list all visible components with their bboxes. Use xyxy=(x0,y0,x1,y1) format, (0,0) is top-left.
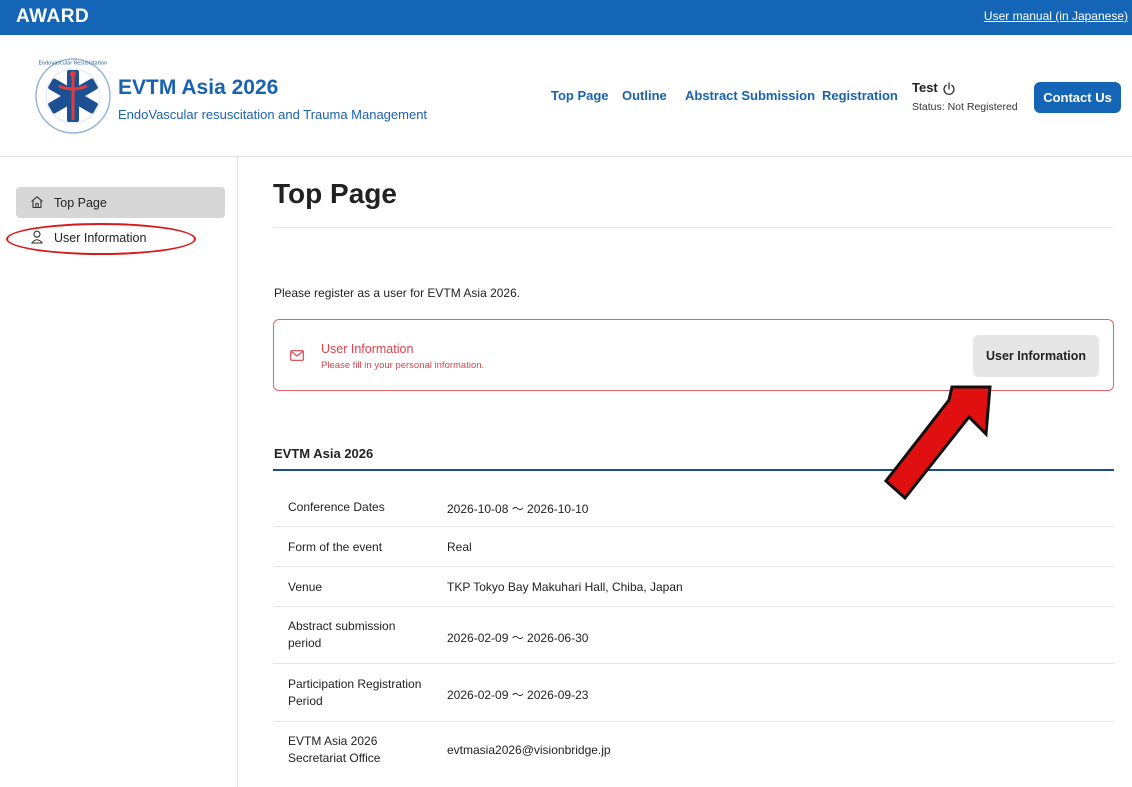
evtm-asia-logo: Endovascular Resuscitation xyxy=(35,58,111,134)
contact-us-button[interactable]: Contact Us xyxy=(1034,82,1121,113)
table-row: EVTM Asia 2026 Secretariat Office evtmas… xyxy=(273,722,1114,780)
sidebar-item-label: Top Page xyxy=(54,196,107,210)
home-icon xyxy=(31,196,43,209)
alert-title: User Information xyxy=(321,342,414,356)
row-label: Participation Registration Period xyxy=(288,677,422,708)
mail-icon xyxy=(290,350,304,361)
row-value: TKP Tokyo Bay Makuhari Hall, Chiba, Japa… xyxy=(447,580,683,594)
user-name: Test xyxy=(912,80,938,95)
table-row: Abstract submission period 2026-02-09 ～ … xyxy=(273,607,1114,664)
row-value: Real xyxy=(447,540,472,554)
section-divider xyxy=(273,469,1114,471)
sidebar-item-user-information[interactable]: User Information xyxy=(16,222,225,253)
row-value: 2026-02-09 ～ 2026-09-23 xyxy=(447,688,589,702)
row-value[interactable]: evtmasia2026@visionbridge.jp xyxy=(447,743,611,757)
nav-outline[interactable]: Outline xyxy=(622,88,667,103)
section-title: EVTM Asia 2026 xyxy=(274,446,374,461)
nav-registration[interactable]: Registration xyxy=(822,88,898,103)
user-information-button[interactable]: User Information xyxy=(973,335,1099,377)
top-bar: AWARD User manual (in Japanese) xyxy=(0,0,1132,35)
table-row: Venue TKP Tokyo Bay Makuhari Hall, Chiba… xyxy=(273,567,1114,607)
sidebar-item-label: User Information xyxy=(54,231,147,245)
row-label: EVTM Asia 2026 Secretariat Office xyxy=(288,734,381,765)
divider xyxy=(273,227,1113,228)
intro-text: Please register as a user for EVTM Asia … xyxy=(274,286,521,300)
user-status: Status: Not Registered xyxy=(912,101,1018,113)
table-row: Participation Registration Period 2026-0… xyxy=(273,664,1114,722)
row-label: Venue xyxy=(288,580,323,594)
sidebar-item-top-page[interactable]: Top Page xyxy=(16,187,225,218)
alert-message: Please fill in your personal information… xyxy=(321,360,485,371)
row-value: 2026-02-09 ～ 2026-06-30 xyxy=(447,631,589,645)
table-row: Form of the event Real xyxy=(273,527,1114,567)
award-brand: AWARD xyxy=(16,6,90,27)
svg-text:Endovascular Resuscitation: Endovascular Resuscitation xyxy=(39,61,108,67)
row-label: Form of the event xyxy=(288,540,383,554)
page-title: Top Page xyxy=(273,178,397,209)
nav-top-page[interactable]: Top Page xyxy=(551,88,609,103)
table-row: Conference Dates 2026-10-08 ～ 2026-10-10 xyxy=(273,487,1114,527)
row-label: Conference Dates xyxy=(288,500,385,514)
user-manual-link[interactable]: User manual (in Japanese) xyxy=(984,9,1128,23)
site-title[interactable]: EVTM Asia 2026 xyxy=(118,76,278,100)
row-value: 2026-10-08 ～ 2026-10-10 xyxy=(447,502,589,516)
user-information-alert: User Information Please fill in your per… xyxy=(273,319,1114,391)
power-icon[interactable] xyxy=(942,82,956,96)
row-label: Abstract submission period xyxy=(288,619,396,650)
nav-abstract-submission[interactable]: Abstract Submission xyxy=(685,88,815,103)
site-subtitle: EndoVascular resuscitation and Trauma Ma… xyxy=(118,107,428,122)
event-info-table: Conference Dates 2026-10-08 ～ 2026-10-10… xyxy=(273,487,1114,780)
user-icon xyxy=(31,230,43,244)
